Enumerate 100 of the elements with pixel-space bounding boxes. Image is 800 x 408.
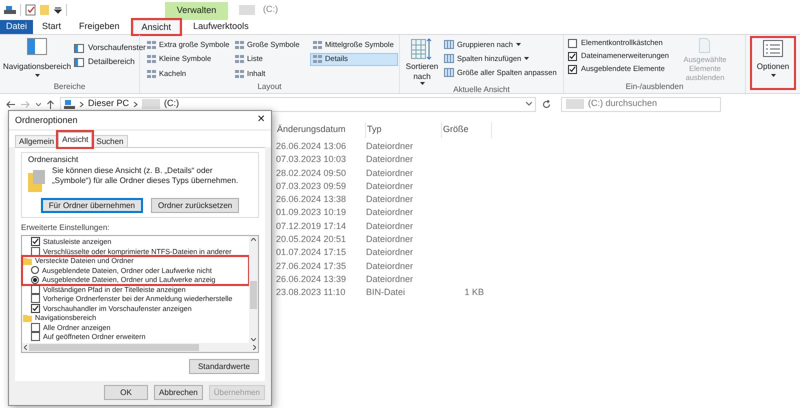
options-list-icon <box>763 40 783 57</box>
checkbox[interactable] <box>31 322 40 332</box>
folder-icon <box>23 314 32 322</box>
folder-view-description: Sie können diese Ansicht (z. B. „Details“ oder „Symbole“) für alle Ordner dieses Typs übernehmen. <box>52 166 240 187</box>
view-icon <box>147 40 156 48</box>
checkbox[interactable] <box>31 246 40 256</box>
date-cell: 07.12.2019 17:14 <box>276 220 346 231</box>
pane-layout-icon <box>27 38 47 55</box>
chevron-icon <box>79 102 84 106</box>
caret-icon <box>516 43 521 46</box>
view-icon <box>313 55 322 64</box>
caret-icon <box>420 82 424 85</box>
refresh-icon[interactable] <box>542 100 551 108</box>
pane-icon <box>74 44 84 52</box>
column-header[interactable]: Änderungsdatum <box>276 122 366 138</box>
ribbon-tab[interactable]: Datei <box>0 20 33 34</box>
date-cell: 23.08.2023 11:10 <box>276 287 346 298</box>
dialog-button[interactable]: OK <box>104 385 148 400</box>
ribbon-tab[interactable]: Ansicht <box>132 20 180 34</box>
chevron-down-icon[interactable] <box>36 102 41 106</box>
redacted-block <box>239 5 255 15</box>
dropdown-icon[interactable] <box>54 6 62 14</box>
ribbon-tab[interactable]: Start <box>34 20 70 34</box>
dialog-title: Ordneroptionen <box>15 115 78 125</box>
properties-icon[interactable] <box>25 4 36 16</box>
pane-option[interactable]: Detailbereich <box>74 57 146 67</box>
options-button[interactable]: Optionen <box>752 38 794 88</box>
ribbon-tab[interactable]: Freigeben <box>71 20 128 34</box>
group-label: Layout <box>257 82 282 93</box>
checkbox[interactable] <box>31 294 40 304</box>
sort-button[interactable]: Sortieren nach <box>404 38 440 85</box>
radio-button[interactable] <box>31 276 39 284</box>
group-label: Ein-/ausblenden <box>626 82 684 93</box>
columns-icon <box>444 40 454 49</box>
caret-icon <box>34 74 40 77</box>
redacted-block <box>566 99 584 109</box>
columns-icon <box>444 54 454 63</box>
chevron-icon <box>133 102 138 106</box>
type-cell: Dateiordner <box>366 220 414 231</box>
dialog-button[interactable]: Abbrechen <box>154 385 203 400</box>
folder-icon <box>23 256 32 265</box>
dialog-button[interactable]: Ordner zurücksetzen <box>151 198 240 213</box>
view-icon <box>147 55 156 64</box>
scrollbar-thumb[interactable] <box>29 344 199 351</box>
checkbox[interactable] <box>568 64 577 74</box>
drive-icon <box>4 5 16 15</box>
defaults-button[interactable]: Standardwerte <box>188 359 259 374</box>
checkbox[interactable] <box>31 332 40 342</box>
scroll-up-icon[interactable] <box>251 238 256 241</box>
type-cell: Dateiordner <box>366 194 414 204</box>
dialog-tab[interactable]: Allgemein <box>15 135 58 147</box>
group-label: Aktuelle Ansicht <box>453 85 510 95</box>
caret-icon <box>770 74 776 77</box>
breadcrumb[interactable]: Dieser PC <box>88 97 130 111</box>
pane-icon <box>74 58 84 66</box>
vertical-scrollbar[interactable] <box>249 236 258 343</box>
scrollbar-thumb[interactable] <box>250 281 257 309</box>
view-icon <box>313 40 322 48</box>
checkbox[interactable] <box>568 52 577 60</box>
checkbox[interactable] <box>568 38 577 48</box>
redacted-block <box>142 99 160 109</box>
navigation-pane-button[interactable]: Navigationsbereich <box>4 38 70 82</box>
horizontal-scrollbar[interactable] <box>22 343 258 352</box>
group-label: Bereiche <box>54 82 86 93</box>
view-icon <box>235 55 244 64</box>
page-icon <box>699 38 710 53</box>
checkbox[interactable] <box>31 237 40 246</box>
back-arrow-icon[interactable] <box>6 100 15 108</box>
date-cell: 01.09.2023 10:19 <box>276 207 346 218</box>
dialog-tab[interactable]: Suchen <box>92 135 128 147</box>
pane-option[interactable]: Vorschaufenster <box>74 43 146 53</box>
column-header[interactable]: Größe <box>442 122 492 138</box>
folder-icon <box>28 170 46 192</box>
checkbox[interactable] <box>31 304 40 313</box>
scroll-down-icon[interactable] <box>251 338 256 341</box>
type-cell: Dateiordner <box>366 140 414 151</box>
view-icon <box>235 40 244 48</box>
dialog-button[interactable]: Für Ordner übernehmen <box>40 198 143 213</box>
sort-grid-icon <box>411 38 433 60</box>
type-cell: Dateiordner <box>366 207 414 218</box>
group-title: Ordneransicht <box>28 155 80 165</box>
date-cell: 27.06.2024 17:35 <box>276 260 346 271</box>
ribbon-tab[interactable]: Laufwerktools <box>185 20 257 34</box>
radio-button[interactable] <box>31 266 39 274</box>
type-cell: Dateiordner <box>366 154 414 164</box>
type-cell: Dateiordner <box>366 274 414 284</box>
type-cell: Dateiordner <box>366 180 414 191</box>
date-cell: 28.02.2024 09:50 <box>276 168 346 178</box>
up-arrow-icon[interactable] <box>47 100 54 108</box>
scroll-left-icon[interactable] <box>24 345 27 350</box>
type-cell: Dateiordner <box>366 234 414 244</box>
chevron-down-icon[interactable] <box>526 102 532 106</box>
column-header[interactable]: Typ <box>366 122 442 138</box>
dialog-tab[interactable]: Ansicht <box>58 132 92 147</box>
scroll-right-icon[interactable] <box>253 345 256 350</box>
date-cell: 26.06.2024 13:06 <box>276 140 346 151</box>
close-button[interactable]: ✕ <box>257 115 265 125</box>
computer-icon <box>64 100 75 108</box>
search-field[interactable]: (C:) durchsuchen <box>561 96 721 112</box>
breadcrumb[interactable]: (C:) <box>164 97 180 111</box>
